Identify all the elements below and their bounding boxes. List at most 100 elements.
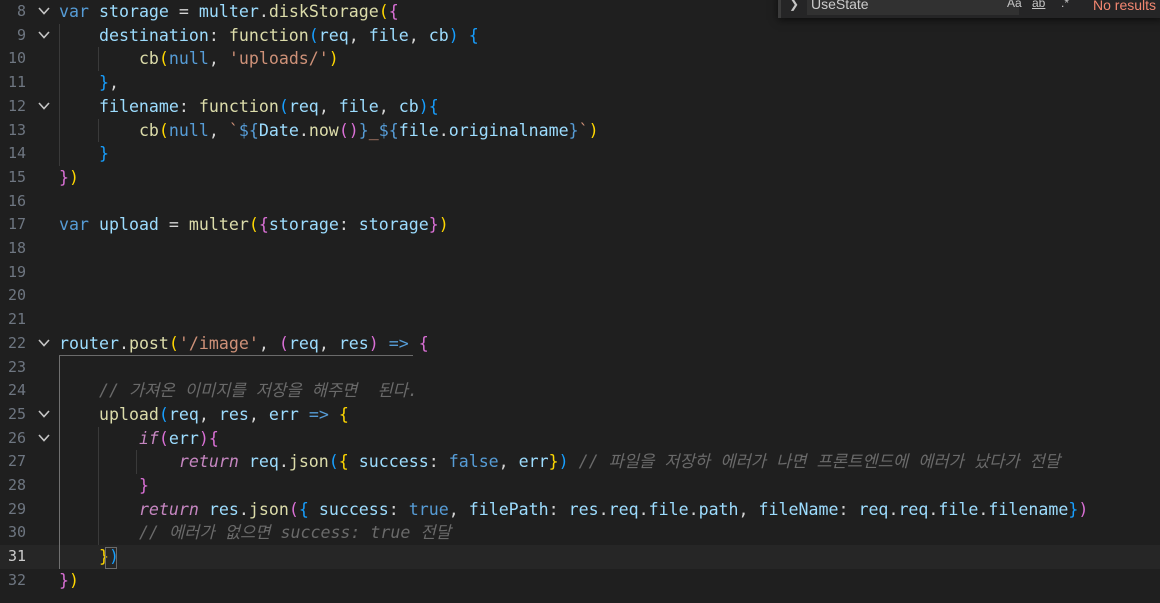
fold-chevron-icon[interactable] [36, 332, 52, 356]
code-token: err [518, 452, 549, 472]
code-token: . [258, 2, 269, 21]
code-line[interactable]: 11 }, [0, 71, 1160, 95]
code-line[interactable]: 32}) [0, 569, 1160, 593]
code-token: var [59, 2, 89, 21]
code-token: { [258, 215, 269, 235]
code-token: , [198, 404, 219, 424]
code-text[interactable]: cb(null, 'uploads/') [59, 47, 339, 71]
line-number: 18 [7, 239, 26, 257]
code-text[interactable]: router.post('/image', (req, res) => { [59, 332, 429, 356]
line-number: 25 [7, 404, 26, 423]
code-text[interactable]: } [59, 474, 149, 498]
code-text[interactable]: return req.json({ success: false, err}) … [59, 450, 1060, 474]
code-line[interactable]: 14 } [0, 142, 1160, 166]
line-number: 17 [7, 215, 26, 234]
code-line[interactable]: 16 [0, 190, 1160, 214]
code-line[interactable]: 22 router.post('/image', (req, res) => { [0, 332, 1160, 356]
line-number: 32 [7, 570, 26, 589]
line-number: 22 [7, 333, 26, 352]
fold-chevron-icon[interactable] [36, 0, 52, 24]
line-number: 11 [7, 73, 26, 92]
code-token: req [898, 499, 929, 519]
code-line[interactable]: 28 } [0, 474, 1160, 498]
code-text[interactable]: var storage = multer.diskStorage({ [59, 0, 399, 24]
code-line[interactable]: 20 [0, 284, 1160, 308]
code-line[interactable]: 19 [0, 261, 1160, 285]
code-token: req [288, 333, 319, 353]
code-token: 'uploads/' [228, 49, 329, 69]
fold-chevron-icon[interactable] [36, 403, 52, 427]
code-line[interactable]: 9 destination: function(req, file, cb) { [0, 24, 1160, 48]
code-line[interactable]: 26 if(err){ [0, 427, 1160, 451]
code-token: multer [188, 215, 249, 235]
code-text[interactable]: }, [59, 71, 119, 95]
match-case-button[interactable]: Aa [1007, 0, 1022, 10]
code-line[interactable]: 31 }) [0, 545, 1160, 569]
code-token: ( [158, 404, 169, 424]
code-token: ` [578, 120, 589, 140]
code-line[interactable]: 13 cb(null, `${Date.now()}_${file.origin… [0, 119, 1160, 143]
fold-chevron-icon[interactable] [36, 24, 52, 48]
code-token: storage [358, 215, 429, 235]
regex-icon[interactable]: .* [1061, 0, 1069, 10]
code-token: if [138, 428, 159, 448]
indent-guide [136, 450, 137, 474]
code-line[interactable]: 15}) [0, 166, 1160, 190]
code-text[interactable]: cb(null, `${Date.now()}_${file.originaln… [59, 119, 599, 143]
code-text[interactable]: if(err){ [59, 427, 219, 451]
code-token: ( [288, 499, 299, 519]
code-token: file [648, 499, 689, 519]
fold-chevron-icon[interactable] [36, 427, 52, 451]
code-text[interactable]: } [59, 142, 109, 166]
code-line[interactable]: 23 [0, 356, 1160, 380]
code-editor[interactable]: 8 var storage = multer.diskStorage({9 des… [0, 0, 1160, 603]
code-token: storage [268, 215, 339, 235]
whole-word-button[interactable]: ab [1032, 0, 1045, 10]
code-token: res [218, 404, 249, 424]
code-token: multer [198, 2, 259, 21]
chevron-right-icon[interactable]: ❯ [789, 0, 799, 11]
code-text[interactable]: upload(req, res, err => { [59, 403, 349, 427]
code-token: diskStorage [268, 2, 379, 21]
code-token: } [98, 144, 109, 164]
code-line[interactable]: 17 var upload = multer({storage: storage}… [0, 213, 1160, 237]
code-line[interactable]: 24 // 가져온 이미지를 저장을 해주면 된다. [0, 379, 1160, 403]
code-line[interactable]: 21 [0, 308, 1160, 332]
code-token: : [338, 215, 359, 235]
code-line[interactable]: 30 // 에러가 없으면 success: true 전달 [0, 521, 1160, 545]
code-text[interactable]: return res.json({ success: true, filePat… [59, 498, 1088, 522]
code-text[interactable]: destination: function(req, file, cb) { [59, 24, 479, 48]
code-token: Date [258, 120, 299, 140]
fold-chevron-icon[interactable] [36, 95, 52, 119]
code-text[interactable]: var upload = multer({storage: storage}) [59, 213, 449, 237]
line-number: 30 [7, 523, 26, 542]
code-token: upload [98, 215, 159, 235]
code-token: : [428, 452, 449, 472]
code-token: ) [448, 25, 459, 45]
code-text[interactable]: filename: function(req, file, cb){ [59, 95, 439, 119]
find-input[interactable] [807, 0, 1019, 15]
code-token: , [378, 96, 399, 116]
code-token: '/image' [178, 333, 259, 353]
code-text[interactable]: }) [59, 569, 79, 593]
code-text[interactable]: // 에러가 없으면 success: true 전달 [59, 521, 451, 545]
code-line[interactable]: 18 [0, 237, 1160, 261]
code-token: // 파일을 저장하 에러가 나면 프론트엔드에 에러가 났다가 전달 [578, 452, 1061, 472]
code-text[interactable]: // 가져온 이미지를 저장을 해주면 된다. [59, 379, 418, 403]
code-line[interactable]: 29 return res.json({ success: true, file… [0, 498, 1160, 522]
code-token: ( [278, 96, 289, 116]
code-token: = [168, 2, 199, 21]
code-token: { [208, 428, 219, 448]
code-token: : [208, 25, 229, 45]
code-text[interactable]: }) [59, 166, 79, 190]
code-token: ( [278, 333, 289, 353]
line-number: 24 [7, 381, 26, 400]
code-line[interactable]: 12 filename: function(req, file, cb){ [0, 95, 1160, 119]
code-line[interactable]: 10 cb(null, 'uploads/') [0, 47, 1160, 71]
code-line[interactable]: 27 return req.json({ success: false, err… [0, 450, 1160, 474]
code-line[interactable]: 25 upload(req, res, err => { [0, 403, 1160, 427]
code-token: req [288, 96, 319, 116]
